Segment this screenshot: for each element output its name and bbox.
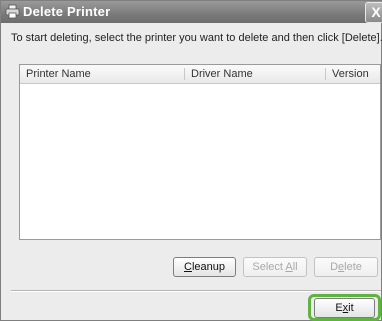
select-all-button[interactable]: Select All	[243, 257, 307, 277]
column-version[interactable]: Version	[326, 65, 382, 83]
list-header: Printer Name Driver Name Version	[20, 65, 380, 84]
column-driver-name[interactable]: Driver Name	[185, 65, 325, 83]
exit-button[interactable]: Exit	[314, 298, 375, 318]
cleanup-button[interactable]: Cleanup	[173, 257, 236, 277]
divider	[11, 290, 381, 292]
close-icon: X	[371, 4, 381, 20]
delete-printer-dialog: Delete Printer X To start deleting, sele…	[0, 0, 382, 321]
printer-icon	[5, 4, 20, 19]
dialog-title: Delete Printer	[23, 4, 111, 19]
instruction-text: To start deleting, select the printer yo…	[11, 32, 382, 44]
close-button[interactable]: X	[365, 2, 382, 23]
title-bar[interactable]: Delete Printer X	[1, 1, 382, 23]
printer-list[interactable]: Printer Name Driver Name Version	[19, 64, 381, 240]
column-printer-name[interactable]: Printer Name	[20, 65, 184, 83]
delete-button[interactable]: Delete	[314, 257, 378, 277]
